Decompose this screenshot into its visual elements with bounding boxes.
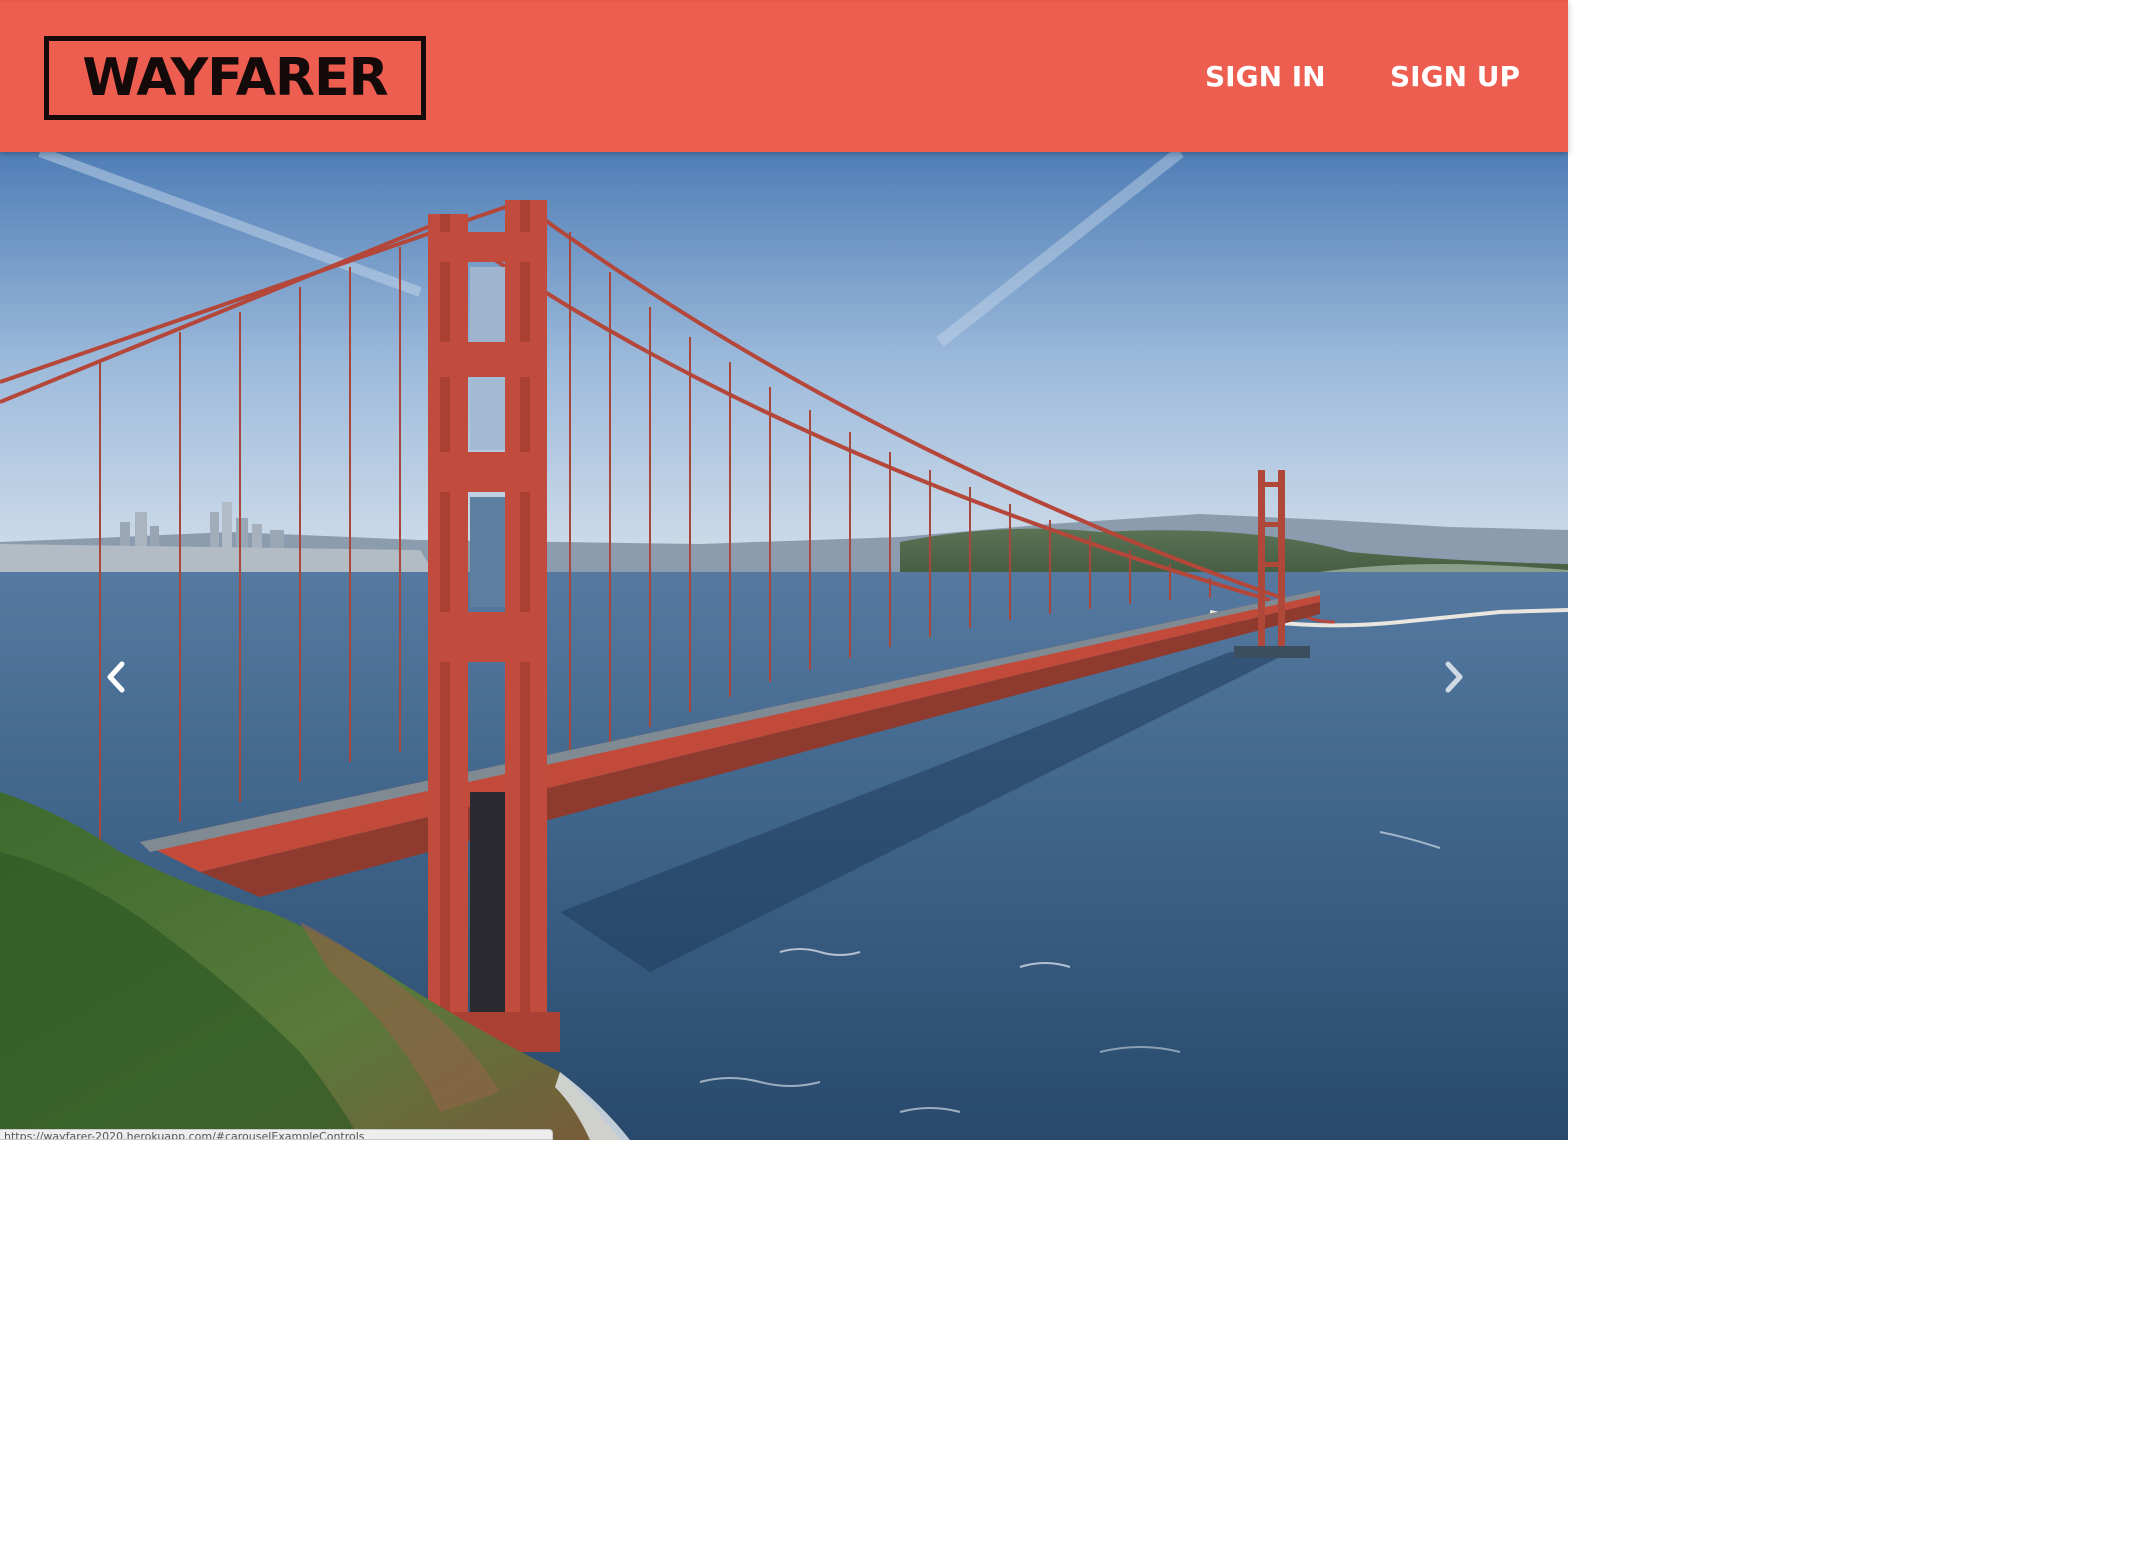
sign-up-link[interactable]: SIGN UP	[1390, 54, 1520, 100]
chevron-right-icon	[1445, 661, 1463, 693]
chevron-left-icon	[107, 661, 125, 693]
navbar: WAYFARER SIGN IN SIGN UP	[0, 0, 1568, 152]
golden-gate-bridge-photo	[0, 152, 1568, 1140]
brand-logo[interactable]: WAYFARER	[44, 36, 426, 120]
link-status-bar: https://wayfarer-2020.herokuapp.com/#car…	[0, 1129, 553, 1140]
carousel-next-button[interactable]	[1434, 652, 1474, 702]
sign-in-link[interactable]: SIGN IN	[1205, 54, 1326, 100]
hero-carousel	[0, 152, 1568, 1140]
carousel-prev-button[interactable]	[96, 652, 136, 702]
